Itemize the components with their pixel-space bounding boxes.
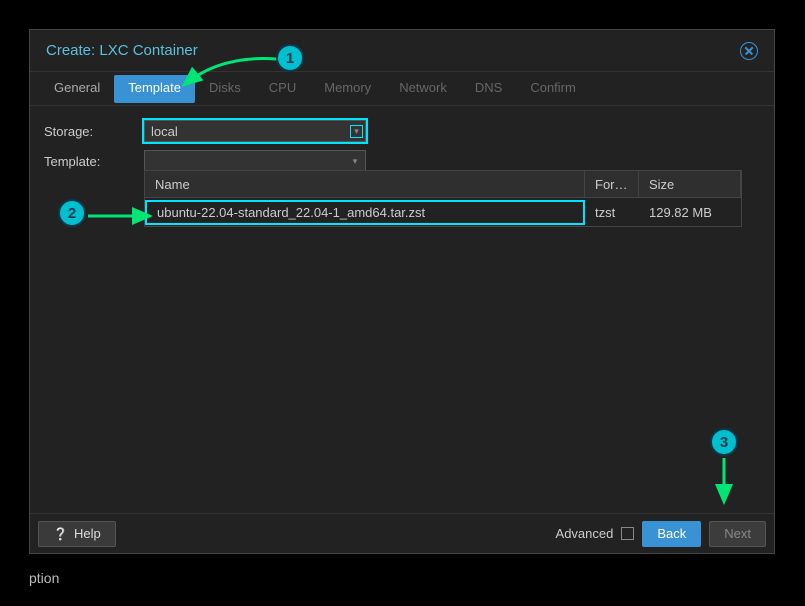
back-button[interactable]: Back: [642, 521, 701, 547]
back-label: Back: [657, 526, 686, 541]
template-label: Template:: [44, 154, 134, 169]
wizard-tabs: General Template Disks CPU Memory Networ…: [30, 72, 774, 106]
tab-confirm[interactable]: Confirm: [516, 72, 590, 105]
tab-general[interactable]: General: [40, 72, 114, 105]
tab-dns[interactable]: DNS: [461, 72, 516, 105]
close-icon[interactable]: [740, 42, 758, 60]
tab-memory[interactable]: Memory: [310, 72, 385, 105]
help-button[interactable]: ❔ Help: [38, 521, 116, 547]
storage-select[interactable]: local ▾: [144, 120, 366, 142]
dialog-titlebar: Create: LXC Container: [30, 30, 774, 72]
help-label: Help: [74, 526, 101, 541]
annotation-arrow-2: [88, 208, 160, 227]
cell-name: ubuntu-22.04-standard_22.04-1_amd64.tar.…: [145, 200, 585, 225]
chevron-down-icon[interactable]: ▾: [345, 121, 365, 141]
next-button[interactable]: Next: [709, 521, 766, 547]
cell-format: tzst: [585, 205, 639, 220]
tab-network[interactable]: Network: [385, 72, 461, 105]
dialog-title: Create: LXC Container: [46, 42, 198, 59]
col-header-name[interactable]: Name: [145, 171, 585, 197]
advanced-checkbox[interactable]: [621, 527, 634, 540]
annotation-badge-3: 3: [710, 428, 738, 456]
col-header-size[interactable]: Size: [639, 171, 741, 197]
stray-text: ption: [29, 570, 59, 586]
help-icon: ❔: [53, 527, 68, 541]
table-row[interactable]: ubuntu-22.04-standard_22.04-1_amd64.tar.…: [145, 198, 741, 226]
col-header-format[interactable]: For…: [585, 171, 639, 197]
next-label: Next: [724, 526, 751, 541]
template-dropdown-panel: Name For… Size ubuntu-22.04-standard_22.…: [144, 170, 742, 227]
grid-header: Name For… Size: [145, 171, 741, 198]
cell-size: 129.82 MB: [639, 205, 741, 220]
storage-row: Storage: local ▾: [44, 116, 760, 146]
annotation-arrow-3: [716, 458, 736, 515]
storage-value: local: [151, 124, 178, 139]
template-select[interactable]: ▾: [144, 150, 366, 172]
annotation-arrow-1: [180, 57, 280, 100]
storage-label: Storage:: [44, 124, 134, 139]
annotation-badge-1: 1: [276, 44, 304, 72]
form-area: Storage: local ▾ Template: ▾ Name For… S…: [30, 106, 774, 513]
create-lxc-dialog: Create: LXC Container General Template D…: [29, 29, 775, 554]
advanced-label: Advanced: [556, 526, 614, 541]
dialog-footer: ❔ Help Advanced Back Next: [30, 513, 774, 553]
annotation-badge-2: 2: [58, 199, 86, 227]
chevron-down-icon[interactable]: ▾: [345, 151, 365, 171]
